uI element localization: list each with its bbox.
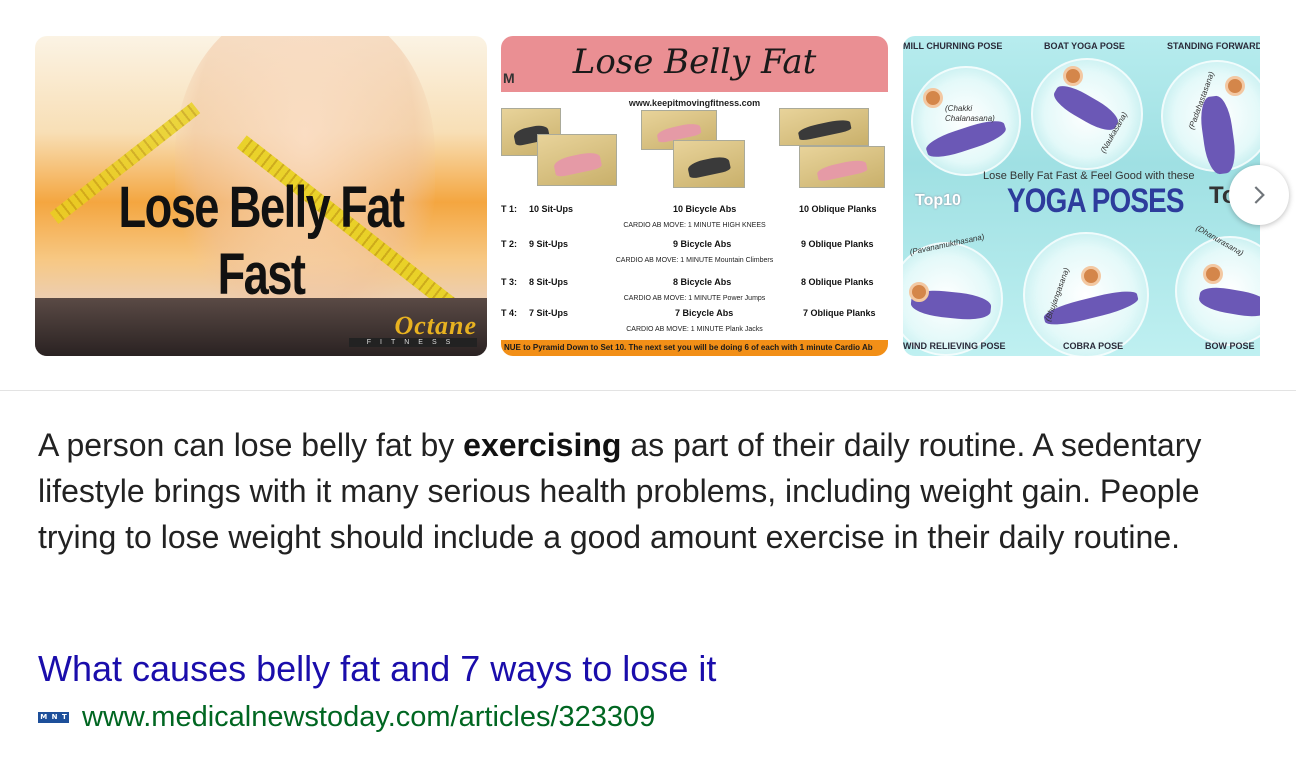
exercise-photo — [673, 140, 745, 188]
cardio-note: CARDIO AB MOVE: 1 MINUTE Power Jumps — [623, 295, 766, 302]
divider — [0, 390, 1296, 391]
mnt-favicon-icon: MNT — [38, 711, 69, 723]
exercise-photo — [537, 134, 617, 186]
thumbnail-yoga-poses[interactable]: MILL CHURNING POSE BOAT YOGA POSE STANDI… — [903, 36, 1260, 356]
snippet-text: A person can lose belly fat by exercisin… — [38, 427, 1202, 555]
thumbnail-tagline: Lose Belly Fat Fast & Feel Good with the… — [983, 170, 1195, 182]
brand-logo: M — [503, 70, 515, 86]
result-url[interactable]: www.medicalnewstoday.com/articles/323309 — [82, 701, 655, 734]
cardio-note: CARDIO AB MOVE: 1 MINUTE Mountain Climbe… — [615, 257, 774, 264]
octane-fitness-logo: Octane FITNESS — [349, 313, 477, 348]
exercise-photo — [779, 108, 869, 146]
snippet-highlight: exercising — [463, 427, 622, 463]
thumbnail-lose-belly-fat-workout[interactable]: Lose Belly Fat M www.keepitmovingfitness… — [501, 36, 888, 356]
thumbnail-title: YOGA POSES — [1007, 182, 1185, 220]
thumbnail-url: www.keepitmovingfitness.com — [628, 98, 761, 108]
footer-banner: NUE to Pyramid Down to Set 10. The next … — [501, 340, 888, 356]
exercise-photo — [799, 146, 885, 188]
image-carousel: Lose Belly Fat Fast Octane FITNESS Lose … — [0, 0, 1296, 390]
cardio-note: CARDIO AB MOVE: 1 MINUTE HIGH KNEES — [623, 222, 766, 229]
cardio-note: CARDIO AB MOVE: 1 MINUTE Plank Jacks — [626, 326, 763, 333]
top10-logo: Top10 — [915, 192, 961, 209]
chevron-right-icon — [1254, 186, 1265, 204]
result-title-link[interactable]: What causes belly fat and 7 ways to lose… — [38, 645, 716, 693]
result-source: MNT www.medicalnewstoday.com/articles/32… — [38, 700, 655, 734]
thumbnail-title: Lose Belly Fat — [572, 42, 817, 82]
thumbnail-title: Lose Belly Fat Fast — [118, 175, 405, 307]
featured-snippet-card: Lose Belly Fat Fast Octane FITNESS Lose … — [0, 0, 1296, 766]
thumbnail-lose-belly-fat-fast[interactable]: Lose Belly Fat Fast Octane FITNESS — [35, 36, 487, 356]
carousel-next-button[interactable] — [1229, 165, 1289, 225]
